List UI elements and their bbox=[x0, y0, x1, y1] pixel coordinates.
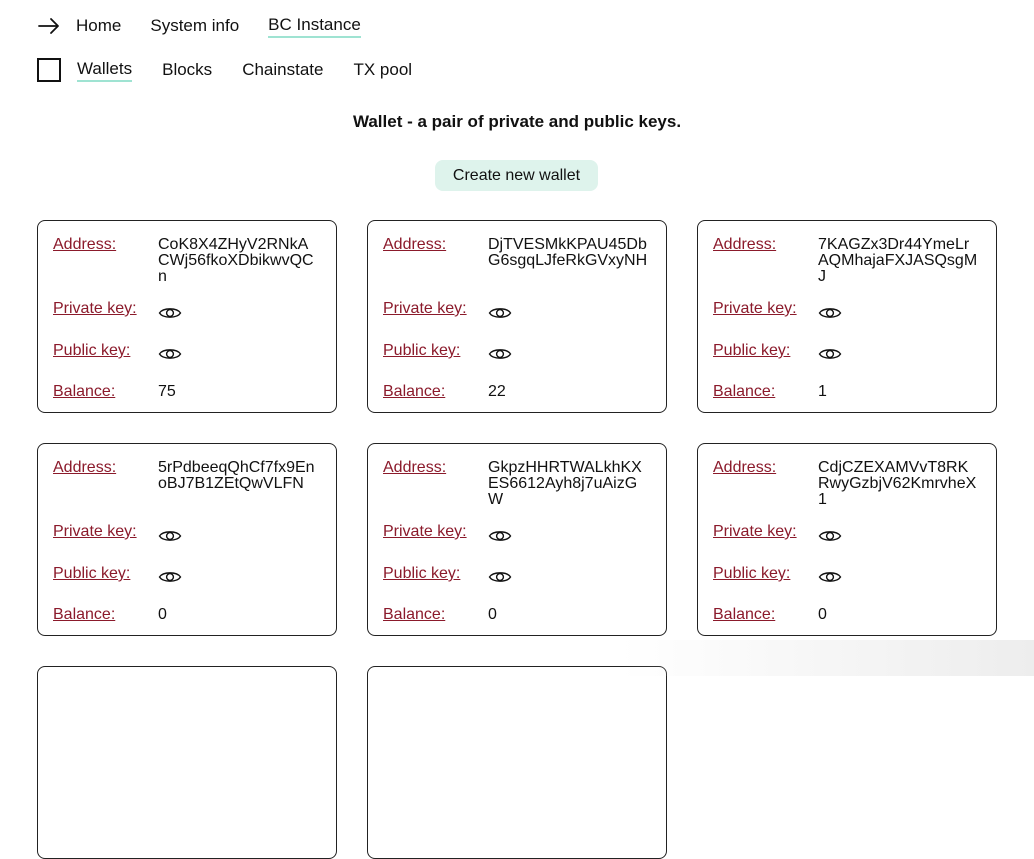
eye-icon[interactable] bbox=[158, 305, 182, 321]
address-label[interactable]: Address: bbox=[53, 236, 116, 254]
wallet-balance: 0 bbox=[818, 606, 827, 623]
tab-wallets[interactable]: Wallets bbox=[77, 58, 133, 82]
private-key-label[interactable]: Private key: bbox=[53, 523, 137, 541]
address-label[interactable]: Address: bbox=[713, 459, 776, 477]
address-label[interactable]: Address: bbox=[713, 236, 776, 254]
eye-icon[interactable] bbox=[818, 528, 842, 544]
eye-icon[interactable] bbox=[488, 346, 512, 362]
wallet-card: Address: GkpzHHRTWALkhKXES6612Ayh8j7uAiz… bbox=[367, 443, 667, 636]
eye-icon[interactable] bbox=[818, 305, 842, 321]
eye-icon[interactable] bbox=[158, 569, 182, 585]
wallet-address: CdjCZEXAMVvT8RKRwyGzbjV62KmrvheX1 bbox=[818, 459, 977, 508]
wallet-balance: 0 bbox=[488, 606, 497, 623]
wallet-balance: 0 bbox=[158, 606, 167, 623]
eye-icon[interactable] bbox=[488, 305, 512, 321]
wallet-balance: 75 bbox=[158, 383, 176, 400]
private-key-label[interactable]: Private key: bbox=[383, 300, 467, 318]
balance-label[interactable]: Balance: bbox=[383, 383, 445, 401]
nav-home[interactable]: Home bbox=[76, 15, 121, 37]
public-key-label[interactable]: Public key: bbox=[713, 342, 790, 360]
wallet-card: Address: CdjCZEXAMVvT8RKRwyGzbjV62Kmrvhe… bbox=[697, 443, 997, 636]
nav-bc-instance[interactable]: BC Instance bbox=[268, 14, 361, 38]
public-key-label[interactable]: Public key: bbox=[53, 565, 130, 583]
address-label[interactable]: Address: bbox=[53, 459, 116, 477]
public-key-label[interactable]: Public key: bbox=[383, 565, 460, 583]
wallet-card: Address: 7KAGZx3Dr44YmeLrAQMhajaFXJASQsg… bbox=[697, 220, 997, 413]
public-key-label[interactable]: Public key: bbox=[53, 342, 130, 360]
address-label[interactable]: Address: bbox=[383, 236, 446, 254]
balance-label[interactable]: Balance: bbox=[53, 383, 115, 401]
top-nav: Home System info BC Instance bbox=[37, 14, 390, 38]
public-key-label[interactable]: Public key: bbox=[713, 565, 790, 583]
public-key-label[interactable]: Public key: bbox=[383, 342, 460, 360]
tab-blocks[interactable]: Blocks bbox=[162, 59, 212, 81]
arrow-right-icon[interactable] bbox=[37, 14, 61, 38]
private-key-label[interactable]: Private key: bbox=[713, 300, 797, 318]
wallet-address: DjTVESMkKPAU45DbG6sgqLJfeRkGVxyNH bbox=[488, 236, 648, 269]
wallet-address: 5rPdbeeqQhCf7fx9EnoBJ7B1ZEtQwVLFN bbox=[158, 459, 315, 492]
sub-nav: Wallets Blocks Chainstate TX pool bbox=[37, 57, 442, 83]
balance-label[interactable]: Balance: bbox=[53, 606, 115, 624]
eye-icon[interactable] bbox=[818, 346, 842, 362]
balance-label[interactable]: Balance: bbox=[713, 606, 775, 624]
eye-icon[interactable] bbox=[158, 528, 182, 544]
wallet-address: GkpzHHRTWALkhKXES6612Ayh8j7uAizGW bbox=[488, 459, 642, 508]
address-label[interactable]: Address: bbox=[383, 459, 446, 477]
create-wallet-button[interactable]: Create new wallet bbox=[435, 160, 598, 191]
wallet-address: CoK8X4ZHyV2RNkACWj56fkoXDbikwvQCn bbox=[158, 236, 314, 285]
eye-icon[interactable] bbox=[488, 528, 512, 544]
wallet-address: 7KAGZx3Dr44YmeLrAQMhajaFXJASQsgMJ bbox=[818, 236, 978, 285]
private-key-label[interactable]: Private key: bbox=[713, 523, 797, 541]
menu-checkbox[interactable] bbox=[37, 58, 61, 82]
wallet-balance: 1 bbox=[818, 383, 827, 400]
wallet-card bbox=[37, 666, 337, 859]
wallet-card: Address: CoK8X4ZHyV2RNkACWj56fkoXDbikwvQ… bbox=[37, 220, 337, 413]
wallet-card bbox=[367, 666, 667, 859]
tab-tx-pool[interactable]: TX pool bbox=[353, 59, 412, 81]
balance-label[interactable]: Balance: bbox=[383, 606, 445, 624]
private-key-label[interactable]: Private key: bbox=[53, 300, 137, 318]
eye-icon[interactable] bbox=[818, 569, 842, 585]
wallet-card: Address: 5rPdbeeqQhCf7fx9EnoBJ7B1ZEtQwVL… bbox=[37, 443, 337, 636]
wallet-card: Address: DjTVESMkKPAU45DbG6sgqLJfeRkGVxy… bbox=[367, 220, 667, 413]
private-key-label[interactable]: Private key: bbox=[383, 523, 467, 541]
page-title: Wallet - a pair of private and public ke… bbox=[352, 112, 682, 131]
balance-label[interactable]: Balance: bbox=[713, 383, 775, 401]
eye-icon[interactable] bbox=[488, 569, 512, 585]
eye-icon[interactable] bbox=[158, 346, 182, 362]
wallet-balance: 22 bbox=[488, 383, 506, 400]
nav-system-info[interactable]: System info bbox=[150, 15, 239, 37]
tab-chainstate[interactable]: Chainstate bbox=[242, 59, 323, 81]
